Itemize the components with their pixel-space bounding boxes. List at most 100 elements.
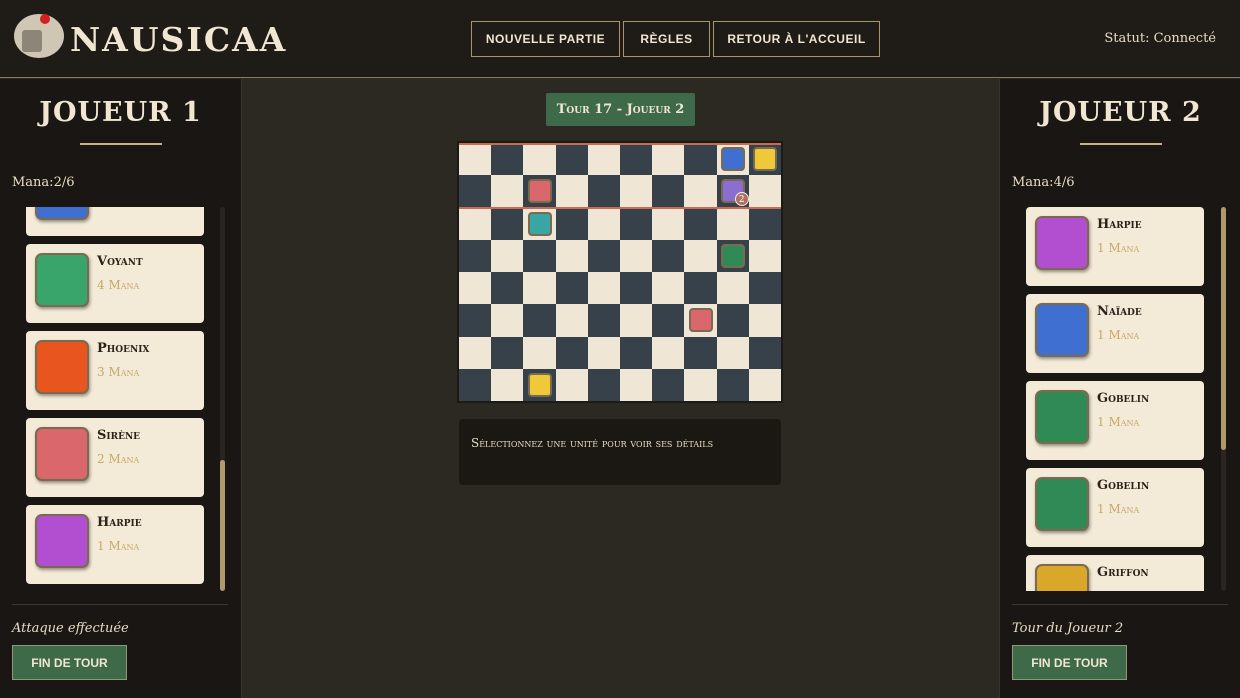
board-cell[interactable]: [555, 175, 588, 208]
board-cell[interactable]: [684, 175, 717, 208]
new-game-button[interactable]: NOUVELLE PARTIE: [471, 21, 620, 57]
board-cell[interactable]: [652, 272, 685, 305]
home-button[interactable]: RETOUR À L'ACCUEIL: [713, 21, 880, 57]
board-cell[interactable]: [459, 239, 492, 272]
board-cell[interactable]: [491, 175, 524, 208]
naiade-icon[interactable]: [720, 147, 745, 172]
board-cell[interactable]: [652, 175, 685, 208]
board-cell[interactable]: [523, 336, 556, 369]
board-cell[interactable]: [555, 143, 588, 176]
board-cell[interactable]: [491, 239, 524, 272]
board-cell[interactable]: [459, 143, 492, 176]
board-cell[interactable]: [652, 304, 685, 337]
board-cell[interactable]: [555, 368, 588, 401]
board-cell[interactable]: [620, 272, 653, 305]
board-cell[interactable]: [523, 143, 556, 176]
board-cell[interactable]: [491, 336, 524, 369]
board-cell[interactable]: [748, 175, 781, 208]
unit-card[interactable]: Voyant 4 Mana: [26, 244, 204, 323]
board-cell[interactable]: [684, 207, 717, 240]
board-cell[interactable]: [459, 368, 492, 401]
board-cell[interactable]: [620, 336, 653, 369]
game-board[interactable]: 2: [457, 141, 783, 403]
player2-hand[interactable]: Harpie 1 Mana Naïade 1 Mana Gobelin 1 Mana Gob…: [1026, 207, 1204, 591]
player1-hand[interactable]: Voyant 4 Mana Phoenix 3 Mana Sirène 2 Mana Har…: [26, 207, 204, 591]
board-cell[interactable]: [459, 207, 492, 240]
board-cell[interactable]: [459, 304, 492, 337]
board-cell[interactable]: [620, 304, 653, 337]
board-cell[interactable]: [523, 239, 556, 272]
board-cell[interactable]: [652, 239, 685, 272]
board-cell[interactable]: [555, 304, 588, 337]
board-cell[interactable]: [587, 175, 620, 208]
board-cell[interactable]: [491, 368, 524, 401]
board-cell[interactable]: [716, 207, 749, 240]
board-cell[interactable]: [684, 336, 717, 369]
board-cell[interactable]: [523, 304, 556, 337]
board-cell[interactable]: [684, 368, 717, 401]
unit-card[interactable]: Sirène 2 Mana: [26, 418, 204, 497]
scroll-thumb[interactable]: [220, 460, 225, 591]
sirene-icon[interactable]: [527, 211, 552, 236]
board-cell[interactable]: [587, 207, 620, 240]
board-cell[interactable]: [587, 239, 620, 272]
board-cell[interactable]: [652, 207, 685, 240]
unit-card[interactable]: Harpie 1 Mana: [26, 505, 204, 584]
board-cell[interactable]: [491, 272, 524, 305]
board-cell[interactable]: [716, 368, 749, 401]
board-cell[interactable]: [459, 336, 492, 369]
board-cell[interactable]: [587, 143, 620, 176]
board-cell[interactable]: [555, 336, 588, 369]
board-cell[interactable]: [748, 207, 781, 240]
board-cell[interactable]: [620, 143, 653, 176]
unit-card[interactable]: Harpie 1 Mana: [1026, 207, 1204, 286]
board-cell[interactable]: [684, 239, 717, 272]
board-cell[interactable]: [491, 207, 524, 240]
unit-card[interactable]: [26, 207, 204, 236]
board-cell[interactable]: [748, 368, 781, 401]
player2-end-turn-button[interactable]: FIN DE TOUR: [1012, 645, 1127, 680]
board-cell[interactable]: [652, 368, 685, 401]
scroll-thumb[interactable]: [1221, 207, 1226, 450]
board-cell[interactable]: [587, 336, 620, 369]
board-cell[interactable]: [652, 336, 685, 369]
board-cell[interactable]: [555, 272, 588, 305]
board-cell[interactable]: [620, 207, 653, 240]
board-cell[interactable]: [620, 368, 653, 401]
board-cell[interactable]: [587, 272, 620, 305]
board-cell[interactable]: [459, 175, 492, 208]
board-cell[interactable]: [523, 272, 556, 305]
board-cell[interactable]: [684, 272, 717, 305]
board-cell[interactable]: [748, 304, 781, 337]
player2-scrollbar[interactable]: [1221, 207, 1226, 591]
board-cell[interactable]: [652, 143, 685, 176]
board-cell[interactable]: [587, 368, 620, 401]
board-cell[interactable]: [491, 304, 524, 337]
board-cell[interactable]: [684, 143, 717, 176]
board-cell[interactable]: [716, 336, 749, 369]
board-cell[interactable]: [459, 272, 492, 305]
gobelin-icon[interactable]: [720, 243, 745, 268]
board-cell[interactable]: [555, 207, 588, 240]
unit-card[interactable]: Gobelin 1 Mana: [1026, 468, 1204, 547]
player1-scrollbar[interactable]: [220, 207, 225, 591]
crown-icon[interactable]: [752, 147, 777, 172]
board-cell[interactable]: [620, 239, 653, 272]
player1-end-turn-button[interactable]: FIN DE TOUR: [12, 645, 127, 680]
rules-button[interactable]: RÈGLES: [623, 21, 710, 57]
unit-card[interactable]: Griffon: [1026, 555, 1204, 591]
board-cell[interactable]: [716, 304, 749, 337]
unit-card[interactable]: Gobelin 1 Mana: [1026, 381, 1204, 460]
sirene-icon[interactable]: [527, 179, 552, 204]
board-cell[interactable]: [587, 304, 620, 337]
sirene-icon[interactable]: [688, 308, 713, 333]
board-cell[interactable]: [748, 272, 781, 305]
board-cell[interactable]: [491, 143, 524, 176]
board-cell[interactable]: [716, 272, 749, 305]
unit-card[interactable]: Phoenix 3 Mana: [26, 331, 204, 410]
unit-card[interactable]: Naïade 1 Mana: [1026, 294, 1204, 373]
board-cell[interactable]: [748, 336, 781, 369]
board-cell[interactable]: [748, 239, 781, 272]
board-cell[interactable]: [620, 175, 653, 208]
crown-icon[interactable]: [527, 372, 552, 397]
